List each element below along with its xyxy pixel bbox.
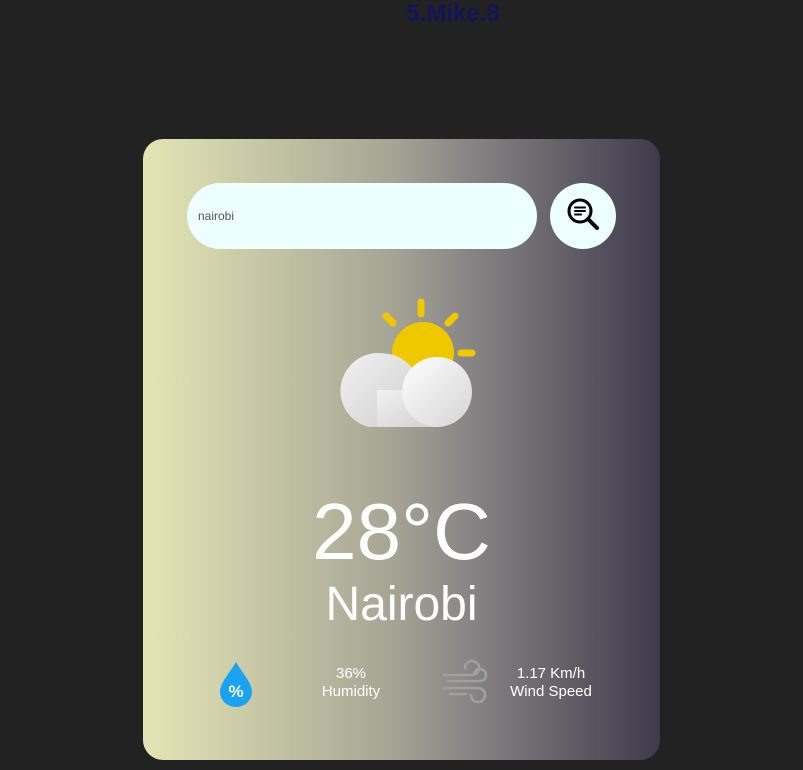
search-button[interactable]	[550, 183, 616, 249]
search-icon	[567, 198, 599, 230]
humidity-value: 36%	[335, 665, 367, 682]
page-title: 5.Mike.8	[406, 0, 500, 27]
humidity-drop-icon: %	[220, 662, 252, 707]
temperature: 28°C	[312, 487, 491, 576]
wind-label: Wind Speed	[510, 683, 592, 700]
svg-text:%: %	[228, 682, 243, 701]
humidity-label: Humidity	[321, 683, 381, 700]
sun-cloud-icon	[340, 298, 476, 427]
wind-value: 1.17 Km/h	[516, 665, 586, 682]
weather-card: 28°C Nairobi % 36% Humidity 1.17 Km/h Wi…	[143, 139, 660, 760]
humidity-stat: 36% Humidity	[311, 665, 391, 701]
wind-stat: 1.17 Km/h Wind Speed	[496, 665, 606, 701]
wind-icon	[442, 659, 488, 704]
search-input[interactable]	[187, 183, 537, 249]
city-name: Nairobi	[325, 578, 478, 631]
